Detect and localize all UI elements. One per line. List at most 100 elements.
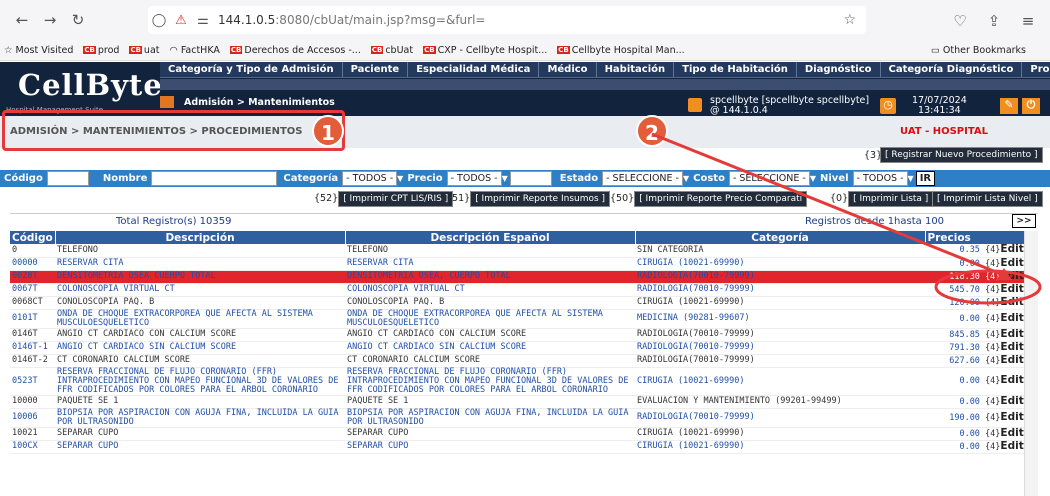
price-value: 0.00	[959, 441, 980, 452]
print-precio: {50}[ Imprimir Reporte Precio Comparati	[610, 191, 808, 207]
print-insumos: {51}[ Imprimir Reporte Insumos ]	[446, 191, 611, 207]
precio-select[interactable]: - TODOS -	[446, 171, 502, 186]
cell-code: 0146T-1	[10, 341, 55, 355]
col-descripcion-es[interactable]: Descripción Español	[345, 231, 636, 244]
menu-item[interactable]: Paciente	[343, 62, 409, 77]
bookmark-6[interactable]: CB CXP - Cellbyte Hospit...	[423, 45, 547, 56]
table-row[interactable]: 0146T-1 ANGIO CT CARDIACO SIN CALCIUM SCO…	[10, 341, 1038, 355]
cell-desc-es: DENSITOMETRIA OSEA, CUERPO TOTAL	[345, 270, 635, 284]
table-scrollbar[interactable]	[1024, 231, 1038, 496]
menu-item[interactable]: Habitación	[597, 62, 675, 77]
cell-desc-es: BIOPSIA POR ASPIRACION CON AGUJA FINA, I…	[345, 408, 635, 428]
table-row[interactable]: 0 TELEFONO TELEFONO SIN CATEGORIA 0.35 {4}Ed…	[10, 244, 1038, 258]
cell-price: 845.85 {4}Editar	[925, 328, 1038, 342]
cell-category: SIN CATEGORIA	[635, 244, 925, 258]
precio-input[interactable]	[509, 171, 552, 186]
cell-category: CIRUGIA (10021-69990)	[635, 257, 925, 271]
categoria-select[interactable]: - TODOS -	[342, 171, 398, 186]
print-insumos-button[interactable]: [ Imprimir Reporte Insumos ]	[470, 191, 611, 207]
cell-price: 0.00 {4}Editar	[925, 367, 1038, 396]
print-lista-button[interactable]: [ Imprimir Lista ]	[848, 191, 934, 207]
forward-icon[interactable]: →	[36, 11, 64, 29]
menu-item[interactable]: Categoría Diagnóstico	[881, 62, 1023, 77]
print-nivel: [ Imprimir Lista Nivel ]	[932, 191, 1043, 207]
col-codigo[interactable]: Código	[10, 231, 56, 244]
price-value: 0.35	[959, 245, 980, 256]
cell-code: 10000	[10, 395, 55, 409]
print-cpt: {52}[ Imprimir CPT LIS/RIS ]	[314, 191, 454, 207]
edit-count: {4}	[985, 412, 1001, 423]
back-icon[interactable]: ←	[8, 11, 36, 29]
table-row[interactable]: 100CX SEPARAR CUPO SEPARAR CUPO CIRUGIA (10…	[10, 440, 1038, 454]
register-button-wrap: [ Registrar Nuevo Procedimiento ]	[880, 147, 1043, 163]
menu-item[interactable]: Tipo de Habitación	[674, 62, 797, 77]
cell-desc-es: ANGIO CT CARDIACO SIN CALCIUM SCORE	[345, 341, 635, 355]
print-precio-button[interactable]: [ Imprimir Reporte Precio Comparati	[634, 191, 808, 207]
cell-category: EVALUACION Y MANTENIMIENTO (99201-99499)	[635, 395, 925, 409]
col-descripcion[interactable]: Descripción	[55, 231, 346, 244]
nombre-input[interactable]	[151, 171, 278, 186]
datetime: 17/07/2024 13:41:34	[912, 95, 967, 116]
menu-item[interactable]: Especialidad Médica	[408, 62, 540, 77]
register-new-button[interactable]: [ Registrar Nuevo Procedimiento ]	[880, 147, 1043, 163]
estado-select[interactable]: - SELECCIONE -	[602, 171, 683, 186]
address-bar[interactable]: ◯ ⚠ ⚌ 144.1.0.5:8080/cbUat/main.jsp?msg=…	[148, 6, 866, 34]
cell-price: 0.00 {4}Editar	[925, 257, 1038, 271]
next-page-button[interactable]: >>	[1012, 214, 1036, 228]
user-icon	[688, 98, 702, 112]
table-row[interactable]: 0067T COLONOSCOPIA VIRTUAL CT COLONOSCOPIA…	[10, 283, 1038, 297]
table-row[interactable]: 10006 BIOPSIA POR ASPIRACION CON AGUJA FI…	[10, 408, 1038, 428]
power-icon[interactable]: ⏻	[1022, 98, 1040, 114]
table-row[interactable]: 0523T RESERVA FRACCIONAL DE FLUJO CORONAR…	[10, 367, 1038, 396]
cell-price: 545.70 {4}Editar	[925, 283, 1038, 297]
cell-desc-es: CT CORONARIO CALCIUM SCORE	[345, 354, 635, 368]
table-row[interactable]: 10021 SEPARAR CUPO SEPARAR CUPO CIRUGIA (10…	[10, 427, 1038, 441]
table-row[interactable]: 0068CT CONOLOSCOPIA PAQ. B CONOLOSCOPIA PA…	[10, 296, 1038, 310]
col-precios[interactable]: Precios	[925, 231, 1039, 244]
print-nivel-button[interactable]: [ Imprimir Lista Nivel ]	[932, 191, 1043, 207]
bookmark-4[interactable]: CB Derechos de Accesos -...	[229, 45, 361, 56]
cell-desc-es: SEPARAR CUPO	[345, 427, 635, 441]
menu-icon[interactable]: ≡	[1014, 12, 1042, 30]
table-row[interactable]: 0146T ANGIO CT CARDIACO CON CALCIUM SCORE…	[10, 328, 1038, 342]
tools-icon[interactable]: ✎	[1000, 98, 1018, 114]
cell-desc: ANGIO CT CARDIACO CON CALCIUM SCORE	[55, 328, 345, 342]
bookmark-1[interactable]: CB prod	[83, 45, 119, 56]
price-value: 627.60	[949, 355, 980, 366]
bookmark-3[interactable]: ◠ FactHKA	[170, 45, 220, 56]
other-bookmarks[interactable]: ▭ Other Bookmarks	[931, 45, 1026, 56]
table-row[interactable]: 0101T ONDA DE CHOQUE EXTRACORPOREA QUE AF…	[10, 309, 1038, 329]
reload-icon[interactable]: ↻	[64, 11, 92, 29]
cell-category: CIRUGIA (10021-69990)	[635, 367, 925, 396]
bookmark-5[interactable]: CB cbUat	[370, 45, 413, 56]
menu-item[interactable]: Procedi	[1022, 62, 1050, 77]
menu-scrollbar[interactable]	[160, 79, 1050, 90]
ir-button[interactable]: IR	[915, 171, 936, 186]
col-categoria[interactable]: Categoría	[635, 231, 926, 244]
share-icon[interactable]: ⇪	[980, 12, 1008, 30]
costo-select[interactable]: - SELECCIONE -	[728, 171, 810, 186]
menu-item[interactable]: Categoría y Tipo de Admisión	[160, 62, 343, 77]
bookmark-7[interactable]: CB Cellbyte Hospital Man...	[557, 45, 685, 56]
table-row[interactable]: 0146T-2 CT CORONARIO CALCIUM SCORE CT CORO…	[10, 354, 1038, 368]
pocket-icon[interactable]: ♡	[946, 12, 974, 30]
menu-item[interactable]: Diagnóstico	[797, 62, 881, 77]
table-row[interactable]: 10000 PAQUETE SE 1 PAQUETE SE 1 EVALUACION …	[10, 395, 1038, 409]
price-value: 190.00	[949, 412, 980, 423]
menu-item[interactable]: Médico	[539, 62, 597, 77]
bookmark-0[interactable]: ☆ Most Visited	[4, 45, 73, 56]
edit-count: {4}	[985, 428, 1001, 439]
edit-count: {4}	[985, 329, 1001, 340]
price-value: 0.00	[959, 376, 980, 386]
table-row[interactable]: 0028T DENSITOMETRIA OSEA CUERPO TOTAL DENS…	[10, 270, 1038, 284]
home-icon[interactable]	[160, 96, 174, 108]
table-row[interactable]: 00000 RESERVAR CITA RESERVAR CITA CIRUGIA (…	[10, 257, 1038, 271]
user-info: spcellbyte [spcellbyte spcellbyte] @ 144.…	[710, 95, 870, 116]
nivel-select[interactable]: - TODOS -	[852, 171, 908, 186]
price-value: 0.00	[959, 428, 980, 439]
bookmark-2[interactable]: CB uat	[129, 45, 160, 56]
star-icon[interactable]: ☆	[843, 12, 856, 28]
codigo-input[interactable]	[46, 171, 89, 186]
print-cpt-button[interactable]: [ Imprimir CPT LIS/RIS ]	[338, 191, 454, 207]
cell-code: 0146T-2	[10, 354, 55, 368]
